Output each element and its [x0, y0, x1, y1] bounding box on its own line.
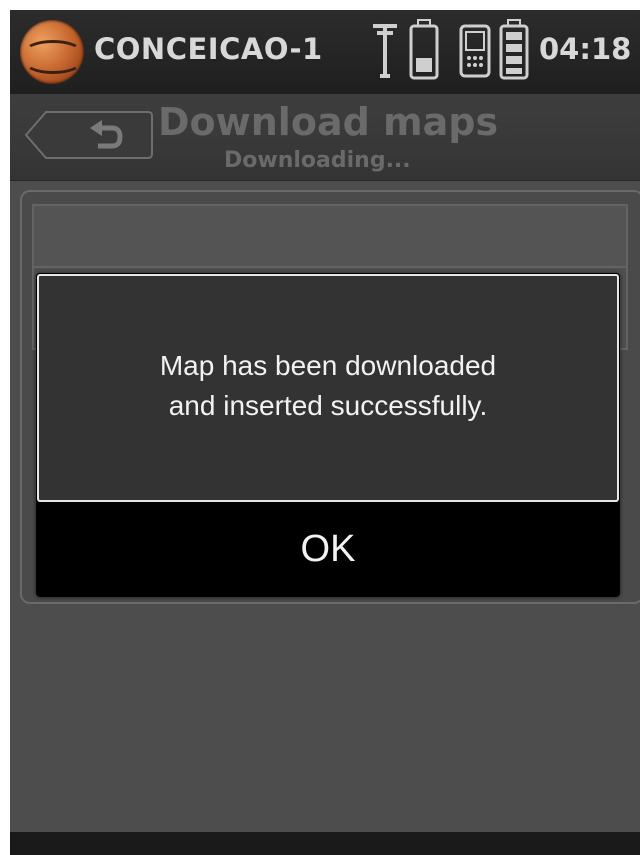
ok-button[interactable]: OK [37, 503, 619, 595]
page-title: Download maps [158, 100, 499, 144]
page-header: Download maps Downloading... [10, 94, 640, 181]
app-logo-icon[interactable] [20, 20, 84, 84]
gnss-antenna-icon [373, 24, 397, 78]
status-bar: CONCEICAO-1 04:18 [10, 10, 640, 95]
page-subtitle: Downloading... [224, 148, 411, 173]
message-dialog: Map has been downloaded and inserted suc… [36, 273, 620, 597]
device-name: CONCEICAO-1 [94, 32, 323, 66]
controller-battery-icon [499, 19, 529, 80]
controller-icon [459, 24, 491, 78]
dialog-message: Map has been downloaded and inserted suc… [159, 350, 497, 421]
app-screen: CONCEICAO-1 04:18 Download maps Download… [10, 10, 640, 855]
list-item [32, 204, 628, 268]
dialog-body: Map has been downloaded and inserted suc… [37, 274, 619, 502]
battery-icon [409, 19, 439, 80]
back-button[interactable] [24, 110, 154, 160]
clock: 04:18 [539, 32, 632, 66]
bottom-bar [10, 832, 640, 855]
